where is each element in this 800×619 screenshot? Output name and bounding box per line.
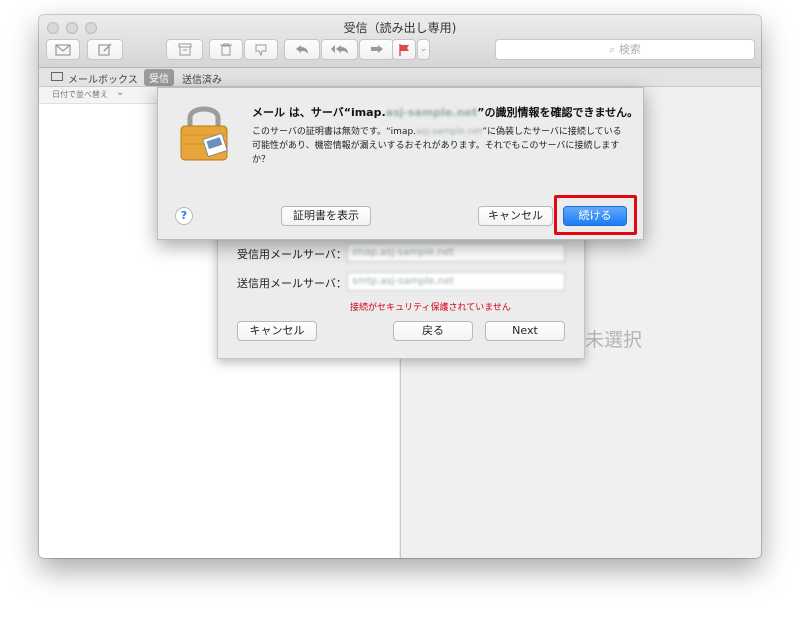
- alert-message: このサーバの証明書は無効です。“imap.asj-sample.net”に偽装し…: [252, 125, 622, 167]
- chevron-down-icon: ⌄: [419, 44, 428, 54]
- trash-icon: [220, 42, 232, 56]
- back-button[interactable]: 戻る: [393, 321, 473, 341]
- flag-menu-button[interactable]: ⌄: [417, 39, 430, 60]
- forward-icon: [370, 45, 383, 53]
- security-warning: 接続がセキュリティ保護されていません: [350, 303, 511, 313]
- alert-message-server: asj-sample.net: [416, 127, 483, 137]
- get-mail-button[interactable]: [46, 39, 80, 60]
- continue-highlight-box: [554, 195, 637, 235]
- outgoing-server-label: 送信用メールサーバ：: [237, 277, 347, 290]
- alert-message-prefix: このサーバの証明書は無効です。“imap.: [252, 127, 417, 137]
- search-placeholder: 検索: [618, 43, 641, 56]
- reply-icon: [296, 45, 308, 54]
- reply-all-icon: [330, 45, 348, 54]
- alert-title-prefix: メール は、サーバ“imap.: [252, 106, 386, 119]
- compose-icon: [98, 43, 112, 56]
- flag-button[interactable]: [392, 39, 416, 60]
- setup-cancel-button[interactable]: キャンセル: [237, 321, 317, 341]
- alert-cancel-button[interactable]: キャンセル: [478, 206, 553, 226]
- mailboxes-button[interactable]: メールボックス: [68, 71, 138, 86]
- sort-label: 日付で並べ替え: [52, 90, 108, 99]
- title-bar: 受信（読み出し専用) ⌄ ⌕ 検索: [39, 15, 761, 68]
- alert-title: メール は、サーバ“imap.asj-sample.net”の識別情報を確認でき…: [252, 104, 638, 120]
- reply-button[interactable]: [284, 39, 320, 60]
- next-button[interactable]: Next: [485, 321, 565, 341]
- window-title: 受信（読み出し専用): [343, 21, 457, 35]
- reply-all-button[interactable]: [321, 39, 358, 60]
- sent-favorite[interactable]: 送信済み: [182, 71, 222, 86]
- flag-icon: [399, 44, 409, 56]
- delete-button[interactable]: [209, 39, 243, 60]
- search-icon: ⌕: [609, 43, 616, 56]
- show-certificate-button[interactable]: 証明書を表示: [281, 206, 371, 226]
- search-field[interactable]: ⌕ 検索: [495, 39, 755, 60]
- account-setup-sheet: 受信用メールサーバ： imap.asj-sample.net 送信用メールサーバ…: [217, 232, 585, 359]
- inbox-favorite[interactable]: 受信: [144, 69, 174, 86]
- compose-button[interactable]: [87, 39, 123, 60]
- archive-icon: [178, 43, 191, 56]
- envelope-icon: [55, 44, 71, 56]
- alert-title-server: asj-sample.net: [385, 106, 478, 119]
- lock-icon: [180, 106, 228, 161]
- favorites-bar: メールボックス 受信 送信済み: [39, 68, 761, 87]
- outgoing-server-field[interactable]: smtp.asj-sample.net: [347, 272, 565, 291]
- sidebar-icon[interactable]: [51, 72, 63, 81]
- archive-button[interactable]: [166, 39, 203, 60]
- incoming-server-label: 受信用メールサーバ：: [237, 248, 347, 261]
- incoming-server-field[interactable]: imap.asj-sample.net: [347, 243, 565, 262]
- alert-title-suffix: ”の識別情報を確認できません。: [477, 106, 639, 119]
- forward-button[interactable]: [359, 39, 394, 60]
- junk-icon: [255, 44, 267, 57]
- junk-button[interactable]: [244, 39, 278, 60]
- chevron-down-icon: ⌄: [116, 87, 125, 98]
- help-button[interactable]: ?: [175, 207, 193, 225]
